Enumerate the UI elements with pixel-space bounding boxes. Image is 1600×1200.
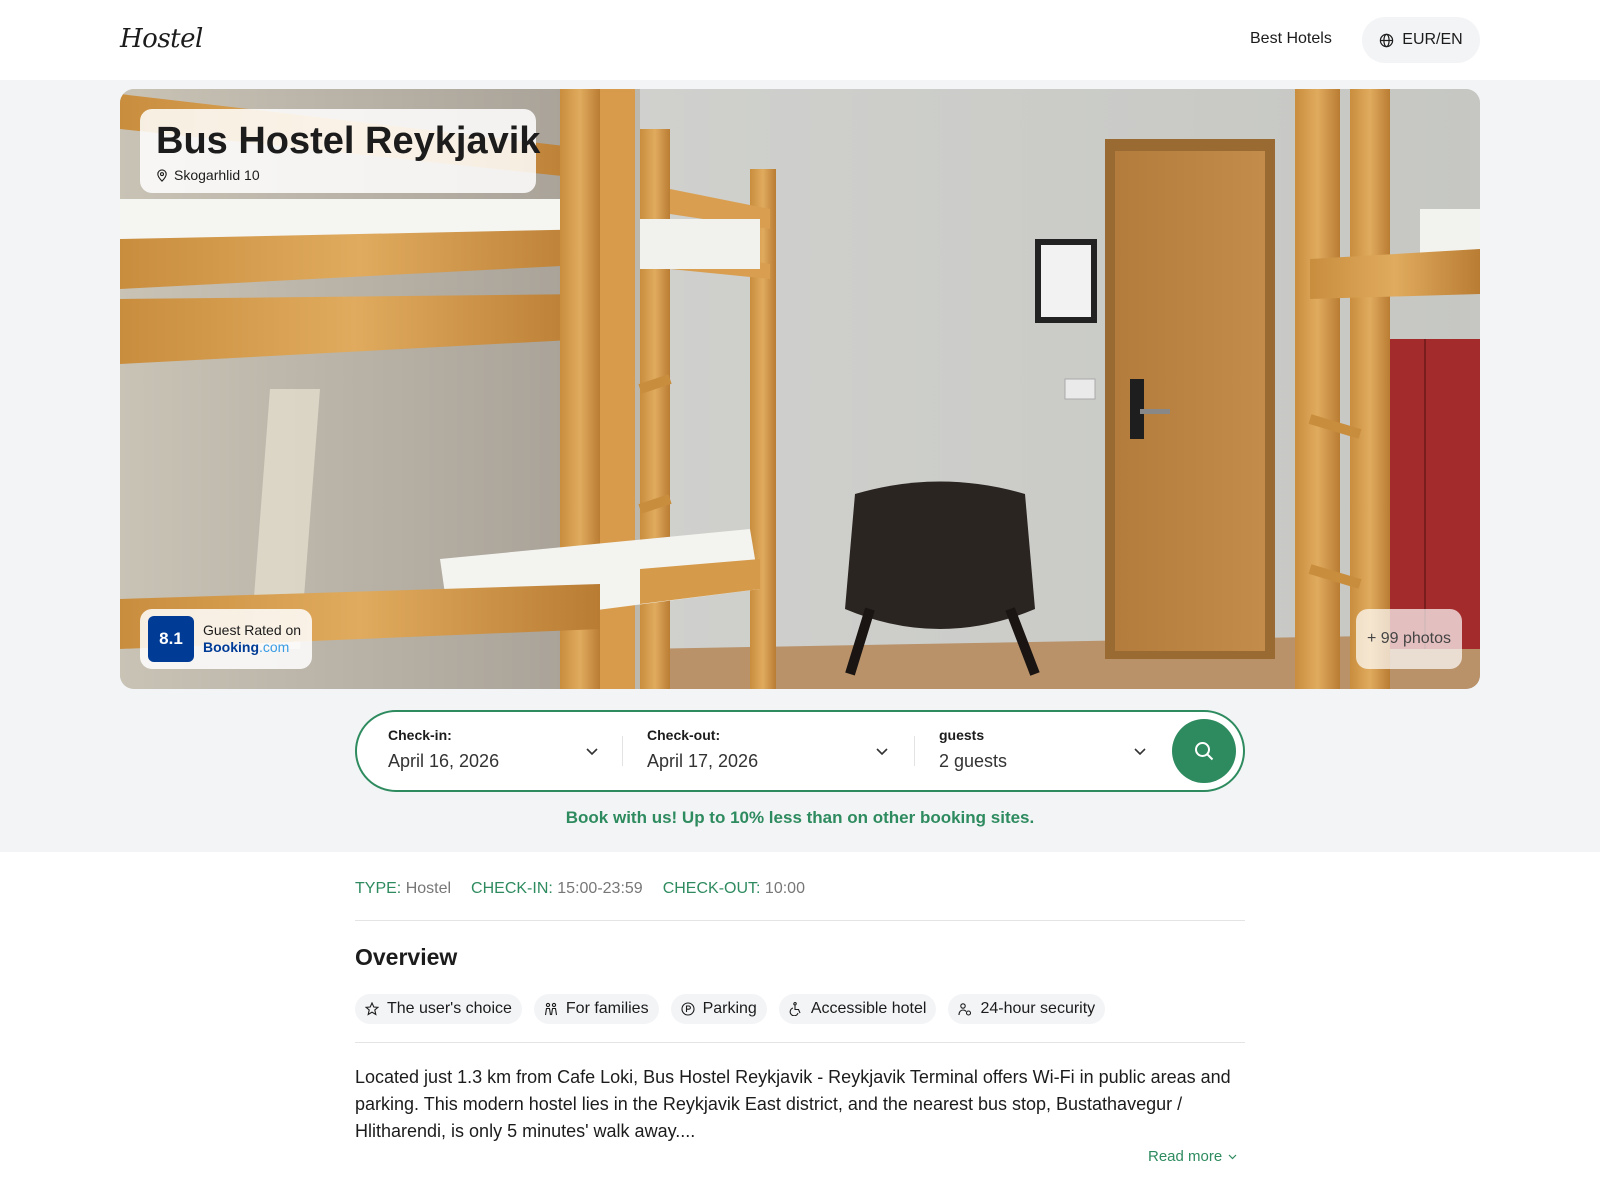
hotel-description: Located just 1.3 km from Cafe Loki, Bus … — [355, 1067, 1231, 1141]
meta-checkout-key: CHECK-OUT: — [662, 880, 761, 897]
read-more-link[interactable]: Read more — [1148, 1148, 1237, 1165]
overview-heading: Overview — [355, 944, 458, 970]
meta-checkout-value: 10:00 — [764, 880, 805, 897]
search-button[interactable] — [1172, 719, 1236, 783]
tag-for-families: For families — [533, 994, 659, 1024]
tag-accessible-hotel: Accessible hotel — [778, 994, 937, 1024]
checkin-field[interactable]: Check-in: April 16, 2026 — [388, 726, 608, 776]
meta-checkin-key: CHECK-IN: — [471, 880, 553, 897]
section-divider — [355, 920, 1245, 921]
booking-brand-main: Booking — [203, 639, 259, 655]
guests-field[interactable]: guests 2 guests — [939, 726, 1149, 776]
hotel-address[interactable]: Skogarhlid 10 — [156, 167, 520, 183]
checkin-label: Check-in: — [388, 727, 452, 743]
hotel-name: Bus Hostel Reykjavik — [156, 120, 541, 162]
read-more-label: Read more — [1148, 1148, 1223, 1165]
rating-label: Guest Rated on — [203, 622, 302, 638]
checkout-value: April 17, 2026 — [647, 751, 759, 771]
currency-language-button[interactable]: EUR/EN — [1362, 17, 1480, 63]
chevron-down-icon[interactable] — [1133, 746, 1147, 756]
tag-parking: Parking — [670, 994, 767, 1024]
field-divider — [914, 736, 915, 766]
tag-users-choice: The user's choice — [355, 994, 522, 1024]
currency-label: EUR/EN — [1402, 31, 1463, 48]
star-icon — [365, 1002, 379, 1016]
booking-brand: Booking.com — [203, 639, 301, 656]
hotel-address-text: Skogarhlid 10 — [174, 167, 260, 183]
family-icon — [544, 1002, 557, 1016]
accessible-icon — [789, 1002, 801, 1016]
promo-message: Book with us! Up to 10% less than on oth… — [565, 808, 1035, 827]
meta-type: TYPE: Hostel — [355, 880, 451, 898]
hero-photo[interactable]: Bus Hostel Reykjavik Skogarhlid 10 8.1 G… — [120, 89, 1480, 689]
globe-icon — [1380, 33, 1394, 47]
amenity-tags: The user's choice For families Parking A… — [355, 994, 1106, 1024]
booking-rating-badge[interactable]: 8.1 Guest Rated on Booking.com — [140, 609, 312, 669]
tag-label: Accessible hotel — [810, 1000, 927, 1017]
meta-checkin: CHECK-IN: 15:00-23:59 — [471, 880, 643, 898]
meta-type-key: TYPE: — [355, 880, 402, 897]
tag-24-hour-security: 24-hour security — [948, 994, 1106, 1024]
chevron-down-icon — [1228, 1154, 1237, 1159]
checkout-field[interactable]: Check-out: April 17, 2026 — [647, 726, 887, 776]
guests-value: 2 guests — [939, 751, 1008, 771]
tag-label: 24-hour security — [980, 1000, 1096, 1017]
checkin-value: April 16, 2026 — [388, 751, 500, 771]
meta-checkin-value: 15:00-23:59 — [557, 880, 643, 897]
tag-label: Parking — [702, 1000, 757, 1017]
tag-label: For families — [565, 1000, 649, 1017]
field-divider — [622, 736, 623, 766]
security-icon — [958, 1003, 972, 1016]
location-pin-icon — [157, 168, 167, 182]
search-icon — [1195, 742, 1214, 761]
meta-type-value: Hostel — [405, 880, 452, 897]
rating-score: 8.1 — [148, 616, 194, 662]
tag-label: The user's choice — [387, 1000, 512, 1017]
hotel-title-card: Bus Hostel Reykjavik Skogarhlid 10 — [140, 109, 541, 193]
site-header: Hostel Best Hotels EUR/EN — [0, 0, 1600, 80]
chevron-down-icon[interactable] — [585, 746, 599, 756]
chevron-down-icon[interactable] — [875, 746, 889, 756]
more-photos-button[interactable]: + 99 photos — [1356, 609, 1462, 669]
booking-search-bar: Check-in: April 16, 2026 Check-out: Apri… — [355, 710, 1245, 792]
guests-label: guests — [939, 727, 985, 743]
parking-icon — [681, 1002, 695, 1016]
nav-best-hotels-link[interactable]: Best Hotels — [1250, 30, 1332, 48]
meta-checkout: CHECK-OUT: 10:00 — [663, 880, 805, 898]
hotel-meta-info: TYPE: Hostel CHECK-IN: 15:00-23:59 CHECK… — [355, 880, 805, 898]
section-divider — [355, 1042, 1245, 1043]
site-logo[interactable]: Hostel — [120, 24, 203, 54]
booking-brand-suffix: .com — [259, 639, 290, 655]
checkout-label: Check-out: — [647, 727, 721, 743]
